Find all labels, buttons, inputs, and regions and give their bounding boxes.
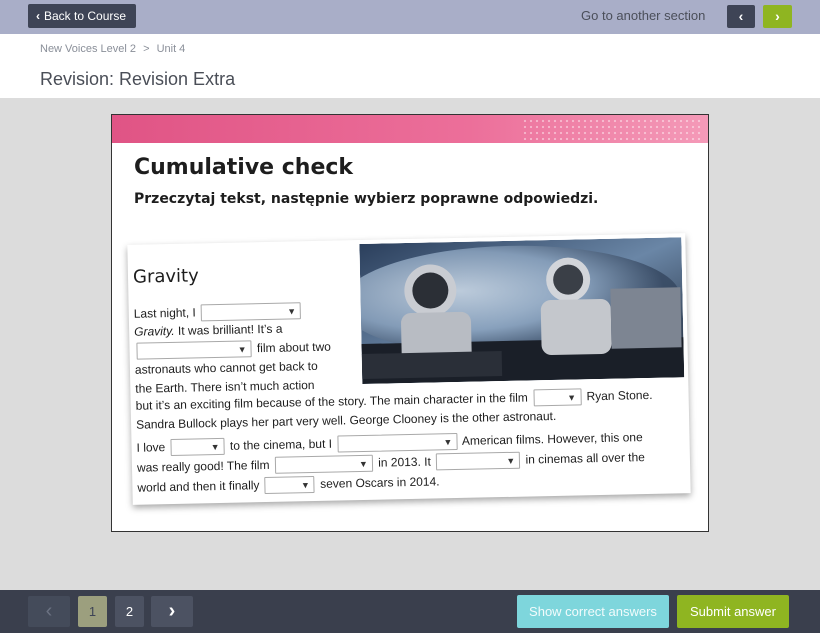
activity-instruction: Przeczytaj tekst, następnie wybierz popr… [134, 191, 599, 207]
answer-dropdown-7[interactable]: ▼ [436, 452, 521, 471]
back-to-course-button[interactable]: ‹ Back to Course [28, 4, 137, 28]
activity-card: Cumulative check Przeczytaj tekst, nastę… [111, 114, 709, 532]
previous-section-button[interactable]: ‹ [727, 5, 755, 28]
breadcrumb-level[interactable]: New Voices Level 2 [40, 43, 136, 55]
chevron-right-icon: › [168, 600, 176, 622]
breadcrumb-separator: > [143, 43, 150, 55]
answer-dropdown-8[interactable]: ▼ [264, 476, 316, 495]
page-button-2[interactable]: 2 [115, 596, 144, 627]
astronauts-photo [359, 237, 685, 384]
answer-dropdown-5[interactable]: ▼ [337, 433, 458, 453]
page-title: Revision: Revision Extra [40, 69, 236, 89]
decorative-banner [112, 115, 708, 143]
chevron-right-icon: › [775, 8, 780, 24]
next-page-button[interactable]: › [151, 596, 193, 627]
breadcrumb: New Voices Level 2 > Unit 4 [40, 43, 189, 55]
answer-dropdown-3[interactable]: ▼ [532, 388, 582, 407]
chevron-left-icon: ‹ [36, 9, 40, 23]
chevron-down-icon: ▼ [567, 392, 577, 404]
page-header: New Voices Level 2 > Unit 4 Revision: Re… [0, 34, 820, 98]
chevron-down-icon: ▼ [443, 437, 453, 448]
answer-dropdown-1[interactable]: ▼ [200, 302, 302, 322]
article-paper: Gravity Last night, I ▼ Gravity. It was … [127, 233, 691, 505]
article-line-2: Gravity. It was brilliant! It’s a [134, 321, 283, 339]
article-title: Gravity [132, 265, 199, 288]
chevron-down-icon: ▼ [506, 456, 516, 467]
answer-dropdown-6[interactable]: ▼ [274, 455, 374, 475]
submit-answer-button[interactable]: Submit answer [677, 595, 789, 628]
activity-title: Cumulative check [134, 155, 354, 180]
back-to-course-label: Back to Course [44, 9, 127, 23]
page-button-1[interactable]: 1 [78, 596, 107, 627]
next-section-button[interactable]: › [763, 5, 792, 28]
chevron-down-icon: ▼ [358, 459, 368, 470]
chevron-down-icon: ▼ [300, 480, 310, 491]
previous-page-button[interactable]: ‹ [28, 596, 70, 627]
chevron-down-icon: ▼ [210, 442, 220, 453]
chevron-left-icon: ‹ [45, 600, 53, 622]
chevron-left-icon: ‹ [738, 8, 744, 24]
article-line-4: astronauts who cannot get back to [134, 358, 318, 377]
chevron-down-icon: ▼ [237, 344, 247, 355]
top-bar: ‹ Back to Course Go to another section ‹… [0, 0, 820, 34]
breadcrumb-unit[interactable]: Unit 4 [157, 43, 186, 55]
go-to-section-label: Go to another section [581, 8, 706, 23]
answer-dropdown-4[interactable]: ▼ [170, 438, 225, 457]
answer-dropdown-2[interactable]: ▼ [136, 340, 252, 361]
footer-bar: ‹ 1 2 › Show correct answers Submit answ… [0, 590, 820, 633]
chevron-down-icon: ▼ [287, 306, 297, 317]
show-correct-answers-button[interactable]: Show correct answers [517, 595, 669, 628]
